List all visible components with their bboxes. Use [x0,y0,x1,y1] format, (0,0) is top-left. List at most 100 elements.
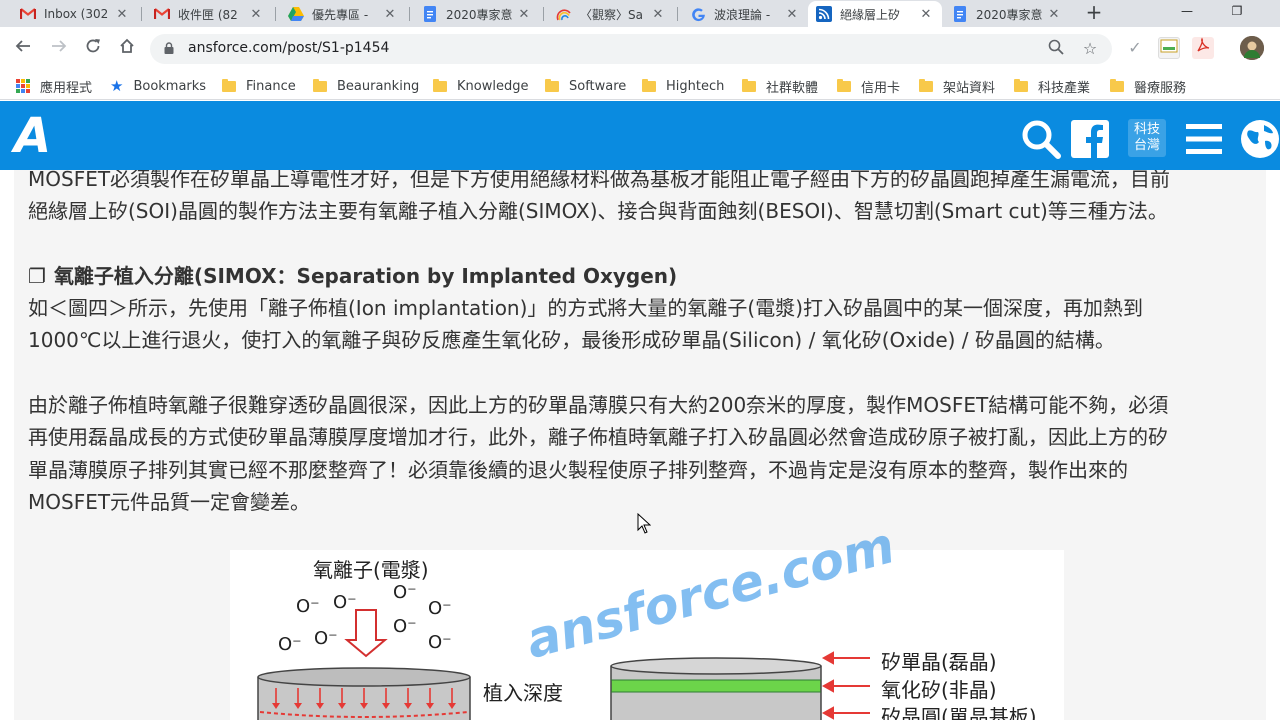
site-logo[interactable]: A [14,111,51,161]
bookmark-folder[interactable]: Beauranking [313,76,419,96]
oxygen-ion: O⁻ [393,616,417,637]
close-icon[interactable]: ✕ [248,7,264,22]
rss-icon [816,6,832,22]
folder-icon [919,78,933,92]
new-tab-button[interactable]: + [1084,1,1104,25]
bookmark-label: Bookmarks [133,78,207,94]
site-header: A 科技 台灣 [0,101,1280,170]
close-icon[interactable]: ✕ [382,7,398,22]
tab-divider [409,7,410,21]
bookmark-folder[interactable]: 信用卡 [837,76,900,96]
tab-2[interactable]: 收件匣 (82 ✕ [146,1,272,27]
paragraph-1-line-1: 如＜圖四＞所示，先使用「離子佈植(Ion implantation)」的方式將大… [28,296,1144,320]
tab-7-active[interactable]: 絕緣層上矽 ✕ [808,1,942,27]
tab-5[interactable]: 〈觀察〉Sa ✕ [548,1,674,27]
tab-title: 2020專家意 [446,7,513,22]
close-icon[interactable]: ✕ [784,7,800,22]
bookmark-folder[interactable]: 醫療服務 [1110,76,1186,96]
oxygen-ion: O⁻ [428,632,452,653]
bookmark-folder[interactable]: 架站資料 [919,76,995,96]
bookmark-label: Finance [246,78,296,94]
rainbow-icon [556,6,572,22]
tab-divider [275,7,276,21]
implant-wafer [257,667,471,720]
tag-line-1: 科技 [1133,122,1160,137]
bookmark-folder[interactable]: 社群軟體 [742,76,818,96]
tab-3[interactable]: 優先專區 - ✕ [280,1,406,27]
oxygen-ion: O⁻ [333,592,357,613]
bookmark-label: 架站資料 [943,80,996,96]
tab-8[interactable]: 2020專家意 ✕ [944,1,1070,27]
close-icon[interactable]: ✕ [1046,7,1062,22]
folder-icon [222,78,236,92]
bookmark-label: 醫療服務 [1134,80,1187,96]
reload-icon [86,39,100,53]
close-icon[interactable]: ✕ [918,7,934,22]
bookmark-label: 應用程式 [40,80,93,96]
address-bar[interactable]: ansforce.com/post/S1-p1454 ☆ [150,34,1112,64]
oxygen-ion: O⁻ [296,596,320,617]
bookmark-folder[interactable]: Software [545,76,626,96]
checkmark-extension-icon[interactable]: ✓ [1124,37,1146,59]
bookmark-label: Knowledge [457,78,529,94]
wafer-layer-label: 矽晶圓(單晶基板) [881,705,1037,720]
paragraph-2-line-2: 再使用磊晶成長的方式使矽單晶薄膜厚度增加才行，此外，離子佈植時氧離子打入矽晶圓必… [28,425,1168,449]
close-icon[interactable]: ✕ [650,7,666,22]
plasma-label: 氧離子(電漿) [313,558,429,582]
home-icon [120,38,134,53]
close-icon[interactable]: ✕ [114,7,130,22]
folder-icon [1014,78,1028,92]
depth-label: 植入深度 [483,681,563,705]
tab-title: 〈觀察〉Sa [580,7,643,22]
section-heading: ❐ 氧離子植入分離(SIMOX：Separation by Implanted O… [28,260,677,293]
zoom-icon[interactable] [1046,39,1066,59]
reload-button[interactable] [82,38,104,60]
tab-6[interactable]: 波浪理論 - ✕ [682,1,808,27]
gmail-icon [20,6,36,22]
search-icon[interactable] [1020,118,1062,164]
folder-icon [642,78,656,92]
browser-toolbar: ansforce.com/post/S1-p1454 ☆ ✓ [0,27,1280,71]
minimize-button[interactable]: — [1164,0,1210,26]
paragraph-2-line-1: 由於離子佈植時氧離子很難穿透矽晶圓很深，因此上方的矽單晶薄膜只有大約200奈米的… [28,393,1169,417]
tab-4[interactable]: 2020專家意 ✕ [414,1,540,27]
star-icon: ★ [110,77,124,95]
facebook-icon[interactable] [1071,120,1109,162]
extension-icon[interactable] [1158,37,1180,59]
folder-icon [545,78,559,92]
url-text: ansforce.com/post/S1-p1454 [188,40,390,56]
tab-1[interactable]: Inbox (302 ✕ [12,1,138,27]
article-body: MOSFET必須製作在矽單晶上導電性才好，但是下方使用絕緣材料做為基板才能阻止電… [14,170,1266,720]
home-button[interactable] [116,38,138,60]
oxygen-ion: O⁻ [278,634,302,655]
bookmark-apps[interactable]: 應用程式 [16,76,92,96]
back-button[interactable] [12,38,34,60]
folder-icon [433,78,447,92]
pdf-extension-icon[interactable] [1192,37,1214,59]
bookmark-folder[interactable]: 科技產業 [1014,76,1090,96]
paragraph-2-line-4: MOSFET元件品質一定會變差。 [28,490,311,514]
bookmark-folder[interactable]: Finance [222,76,296,96]
oxygen-ion: O⁻ [314,628,338,649]
gmail-icon [154,6,170,22]
tag-line-2: 台灣 [1133,138,1160,153]
menu-icon[interactable] [1186,123,1222,159]
category-tag-button[interactable]: 科技 台灣 [1128,119,1166,157]
oxide-layer-label: 氧化矽(非晶) [881,678,997,702]
bookmark-folder[interactable]: Hightech [642,76,724,96]
globe-icon[interactable] [1240,119,1280,163]
bookmark-label: 科技產業 [1038,80,1091,96]
forward-button[interactable] [48,38,70,60]
bookmark-label: 信用卡 [861,80,901,96]
bookmark-label: Hightech [666,78,725,94]
close-icon[interactable]: ✕ [516,7,532,22]
bookmark-bookmarks[interactable]: ★ Bookmarks [110,76,206,96]
profile-avatar[interactable] [1240,36,1264,60]
tab-title: 2020專家意 [976,7,1043,22]
folder-icon [742,78,756,92]
intro-line-1: MOSFET必須製作在矽單晶上導電性才好，但是下方使用絕緣材料做為基板才能阻止電… [28,170,1171,191]
section-title: 氧離子植入分離(SIMOX：Separation by Implanted Ox… [53,264,678,288]
restore-button[interactable]: ❐ [1214,0,1260,26]
bookmark-star-icon[interactable]: ☆ [1080,39,1100,59]
bookmark-folder[interactable]: Knowledge [433,76,528,96]
